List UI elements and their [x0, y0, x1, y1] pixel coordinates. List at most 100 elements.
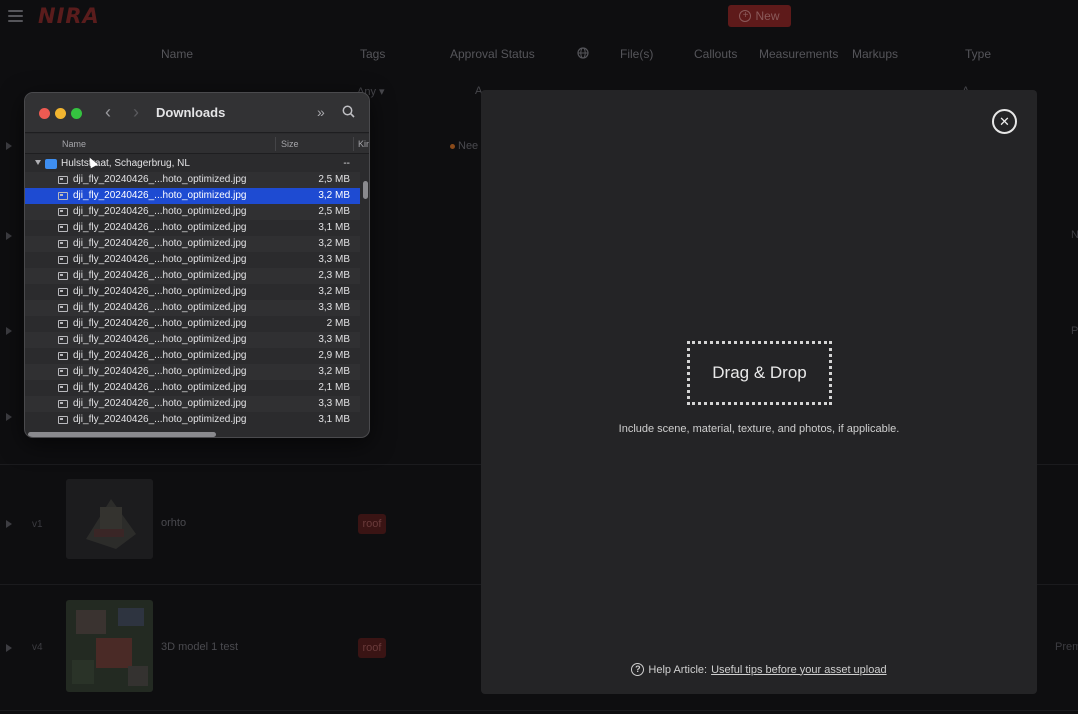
row-expand-icon[interactable] — [6, 644, 12, 652]
file-name: dji_fly_20240426_...hoto_optimized.jpg — [73, 318, 247, 329]
file-size: 3,1 MB — [318, 222, 350, 233]
file-name: dji_fly_20240426_...hoto_optimized.jpg — [73, 286, 247, 297]
file-name: dji_fly_20240426_...hoto_optimized.jpg — [73, 302, 247, 313]
image-file-icon — [58, 416, 68, 424]
file-row[interactable]: dji_fly_20240426_...hoto_optimized.jpg 3,… — [25, 412, 360, 428]
folder-row[interactable]: Hulststraat, Schagerbrug, NL -- — [25, 156, 360, 172]
row-divider — [0, 710, 1078, 711]
column-header-tags[interactable]: Tags — [360, 47, 385, 61]
file-size: 3,3 MB — [318, 302, 350, 313]
file-size: 2,3 MB — [318, 270, 350, 281]
file-row[interactable]: dji_fly_20240426_...hoto_optimized.jpg 2 … — [25, 316, 360, 332]
vertical-scrollbar[interactable] — [363, 181, 368, 199]
file-row[interactable]: dji_fly_20240426_...hoto_optimized.jpg 2,… — [25, 204, 360, 220]
row-expand-icon[interactable] — [6, 142, 12, 150]
finder-window[interactable]: ‹ › Downloads » Name Size Kin Hulststraa… — [24, 92, 370, 438]
image-file-icon — [58, 384, 68, 392]
asset-thumbnail[interactable] — [66, 479, 153, 559]
asset-thumbnail[interactable] — [66, 600, 153, 692]
file-name: dji_fly_20240426_...hoto_optimized.jpg — [73, 398, 247, 409]
help-icon: ? — [631, 663, 645, 676]
app-logo[interactable]: NIRA — [38, 4, 100, 28]
file-name: dji_fly_20240426_...hoto_optimized.jpg — [73, 350, 247, 361]
file-row[interactable]: dji_fly_20240426_...hoto_optimized.jpg 3,… — [25, 220, 360, 236]
file-size: 2,5 MB — [318, 174, 350, 185]
back-icon[interactable]: ‹ — [105, 102, 111, 123]
finder-toolbar: ‹ › Downloads » — [25, 93, 369, 133]
column-name-header[interactable]: Name — [62, 139, 86, 149]
column-header-approval-status[interactable]: Approval Status — [450, 47, 535, 61]
file-row[interactable]: dji_fly_20240426_...hoto_optimized.jpg 3,… — [25, 252, 360, 268]
approval-status-label: Nee — [458, 140, 479, 152]
image-file-icon — [58, 256, 68, 264]
file-name: dji_fly_20240426_...hoto_optimized.jpg — [73, 222, 247, 233]
image-file-icon — [58, 288, 68, 296]
file-name: dji_fly_20240426_...hoto_optimized.jpg — [73, 238, 247, 249]
help-link[interactable]: Useful tips before your asset upload — [711, 664, 887, 676]
minimize-window-button[interactable] — [55, 108, 66, 119]
upload-modal: ✕ Drag & Drop Include scene, material, t… — [481, 90, 1037, 694]
file-row[interactable]: dji_fly_20240426_...hoto_optimized.jpg 3,… — [25, 396, 360, 412]
row-type-text: P — [1071, 325, 1078, 337]
file-row[interactable]: dji_fly_20240426_...hoto_optimized.jpg 2,… — [25, 348, 360, 364]
column-header-measurements[interactable]: Measurements — [759, 47, 838, 61]
search-icon[interactable] — [342, 105, 355, 118]
row-type-text: Prem — [1055, 641, 1078, 653]
file-size: 2,1 MB — [318, 382, 350, 393]
help-prefix: Help Article: — [648, 663, 708, 676]
file-row[interactable]: dji_fly_20240426_...hoto_optimized.jpg 3,… — [25, 300, 360, 316]
column-header-callouts[interactable]: Callouts — [694, 47, 737, 61]
file-row[interactable]: dji_fly_20240426_...hoto_optimized.jpg 3,… — [25, 332, 360, 348]
row-expand-icon[interactable] — [6, 327, 12, 335]
chevron-down-icon[interactable] — [35, 160, 41, 165]
forward-icon[interactable]: › — [133, 102, 139, 123]
file-size: 3,1 MB — [318, 414, 350, 425]
file-name: dji_fly_20240426_...hoto_optimized.jpg — [73, 174, 247, 185]
image-file-icon — [58, 336, 68, 344]
column-header-markups[interactable]: Markups — [852, 47, 898, 61]
column-size-header[interactable]: Size — [281, 139, 299, 149]
file-row[interactable]: dji_fly_20240426_...hoto_optimized.jpg 2,… — [25, 268, 360, 284]
top-bar: NIRA + New — [0, 0, 1078, 34]
zoom-window-button[interactable] — [71, 108, 82, 119]
image-file-icon — [58, 240, 68, 248]
file-row[interactable]: dji_fly_20240426_...hoto_optimized.jpg 3,… — [25, 188, 360, 204]
file-list: Hulststraat, Schagerbrug, NL -- dji_fly_… — [25, 156, 360, 428]
column-header-type[interactable]: Type — [965, 47, 991, 61]
image-file-icon — [58, 304, 68, 312]
asset-name[interactable]: orhto — [161, 517, 186, 529]
file-row[interactable]: dji_fly_20240426_...hoto_optimized.jpg 3,… — [25, 236, 360, 252]
file-size: 3,2 MB — [318, 238, 350, 249]
close-icon[interactable]: ✕ — [992, 109, 1017, 134]
new-button[interactable]: + New — [728, 5, 791, 27]
file-size: 3,2 MB — [318, 366, 350, 377]
file-name: dji_fly_20240426_...hoto_optimized.jpg — [73, 254, 247, 265]
folder-size: -- — [343, 158, 350, 169]
help-article: ? Help Article: Useful tips before your … — [481, 663, 1037, 676]
more-icon[interactable]: » — [317, 104, 325, 120]
file-row[interactable]: dji_fly_20240426_...hoto_optimized.jpg 3,… — [25, 364, 360, 380]
column-kind-header[interactable]: Kin — [358, 139, 369, 149]
image-file-icon — [58, 400, 68, 408]
row-expand-icon[interactable] — [6, 520, 12, 528]
column-header-name[interactable]: Name — [161, 47, 193, 61]
horizontal-scrollbar[interactable] — [28, 432, 216, 437]
image-file-icon — [58, 320, 68, 328]
asset-name[interactable]: 3D model 1 test — [161, 641, 238, 653]
image-file-icon — [58, 208, 68, 216]
column-header-files[interactable]: File(s) — [620, 47, 653, 61]
drag-drop-zone[interactable]: Drag & Drop — [687, 341, 832, 405]
column-separator[interactable] — [275, 137, 276, 151]
file-row[interactable]: dji_fly_20240426_...hoto_optimized.jpg 2,… — [25, 172, 360, 188]
row-expand-icon[interactable] — [6, 232, 12, 240]
file-size: 3,3 MB — [318, 254, 350, 265]
file-row[interactable]: dji_fly_20240426_...hoto_optimized.jpg 2,… — [25, 380, 360, 396]
column-separator[interactable] — [353, 137, 354, 151]
file-name: dji_fly_20240426_...hoto_optimized.jpg — [73, 414, 247, 425]
new-button-label: New — [755, 9, 780, 23]
row-expand-icon[interactable] — [6, 413, 12, 421]
file-row[interactable]: dji_fly_20240426_...hoto_optimized.jpg 3,… — [25, 284, 360, 300]
tag-badge: roof — [358, 514, 386, 534]
close-window-button[interactable] — [39, 108, 50, 119]
menu-icon[interactable] — [8, 10, 23, 22]
